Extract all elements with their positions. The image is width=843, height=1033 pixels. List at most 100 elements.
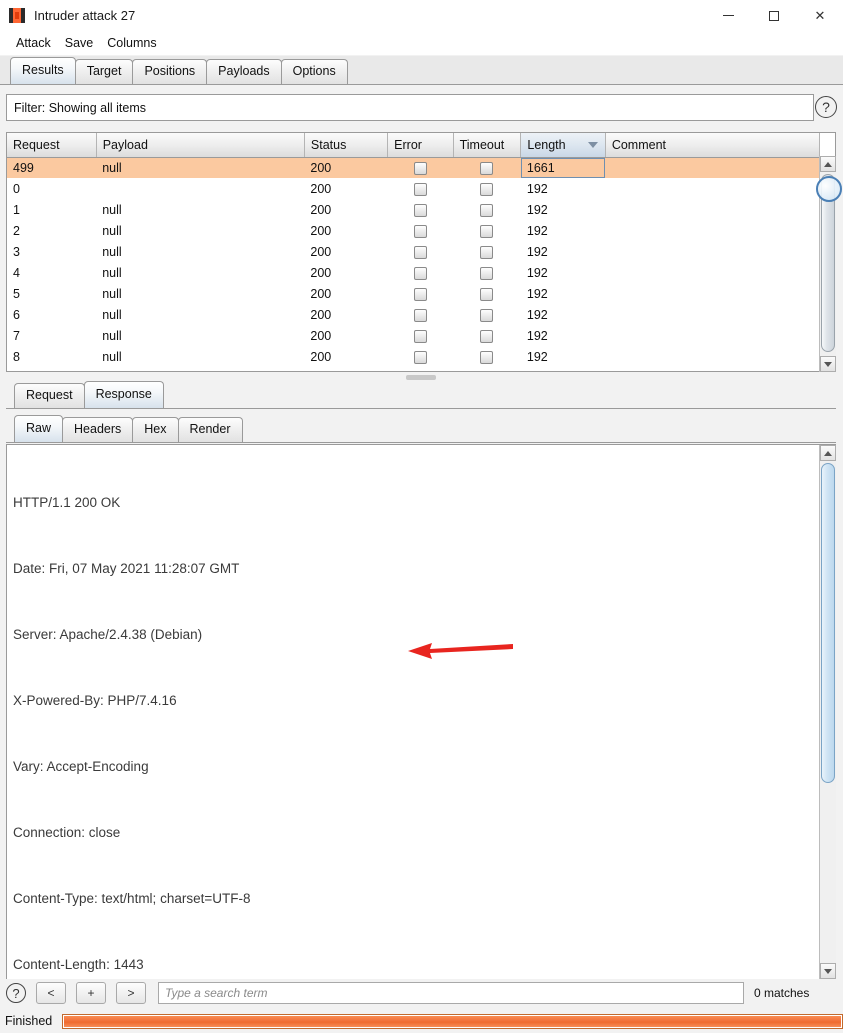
error-checkbox[interactable] — [413, 350, 427, 364]
table-row[interactable]: 1 null 200 192 — [7, 199, 820, 220]
error-checkbox[interactable] — [413, 161, 427, 175]
cell-error — [388, 325, 453, 346]
error-checkbox[interactable] — [413, 329, 427, 343]
tab-positions[interactable]: Positions — [132, 59, 208, 84]
timeout-checkbox[interactable] — [480, 329, 494, 343]
response-body-panel[interactable]: HTTP/1.1 200 OK Date: Fri, 07 May 2021 1… — [6, 444, 836, 980]
column-header-length[interactable]: Length — [520, 133, 606, 158]
column-header-payload[interactable]: Payload — [96, 133, 305, 158]
tab-headers[interactable]: Headers — [62, 417, 134, 442]
timeout-checkbox[interactable] — [480, 224, 494, 238]
cell-length: 192 — [526, 244, 548, 259]
table-row[interactable]: 8 null 200 192 — [7, 346, 820, 367]
filter-bar[interactable]: Filter: Showing all items — [6, 94, 814, 121]
cell-comment[interactable] — [605, 157, 820, 178]
cell-comment[interactable] — [605, 283, 819, 304]
search-input[interactable]: Type a search term — [158, 982, 744, 1004]
cell-comment[interactable] — [605, 220, 819, 241]
scroll-down-icon[interactable] — [820, 356, 836, 372]
cell-request: 8 — [13, 349, 20, 364]
tab-options[interactable]: Options — [280, 59, 348, 84]
column-header-timeout[interactable]: Timeout — [453, 133, 522, 158]
error-checkbox[interactable] — [413, 308, 427, 322]
response-raw-text: HTTP/1.1 200 OK Date: Fri, 07 May 2021 1… — [13, 448, 808, 979]
maximize-button[interactable] — [751, 0, 797, 31]
table-row[interactable]: 2 null 200 192 — [7, 220, 820, 241]
error-checkbox[interactable] — [413, 203, 427, 217]
tab-request[interactable]: Request — [14, 383, 85, 408]
column-header-comment[interactable]: Comment — [605, 133, 821, 158]
tab-payloads[interactable]: Payloads — [206, 59, 282, 84]
timeout-checkbox[interactable] — [480, 308, 494, 322]
filter-help-icon[interactable]: ? — [815, 96, 837, 118]
table-row[interactable]: 4 null 200 192 — [7, 262, 820, 283]
cell-timeout — [453, 325, 521, 346]
tab-render[interactable]: Render — [177, 417, 243, 442]
cell-comment[interactable] — [605, 325, 819, 346]
menu-item-attack[interactable]: Attack — [9, 34, 58, 52]
burp-logo-icon — [9, 7, 25, 23]
cell-comment[interactable] — [605, 346, 819, 367]
timeout-checkbox[interactable] — [480, 266, 494, 280]
scroll-up-icon[interactable] — [820, 156, 836, 172]
table-row[interactable]: 6 null 200 192 — [7, 304, 820, 325]
error-checkbox[interactable] — [413, 182, 427, 196]
search-add-button[interactable]: + — [76, 982, 106, 1004]
cell-comment[interactable] — [605, 178, 819, 199]
menu-item-columns[interactable]: Columns — [100, 34, 163, 52]
error-checkbox[interactable] — [413, 287, 427, 301]
cell-payload — [96, 178, 304, 199]
minimize-button[interactable] — [705, 0, 751, 31]
cell-error — [388, 283, 453, 304]
tab-hex[interactable]: Hex — [132, 417, 179, 442]
timeout-checkbox[interactable] — [480, 350, 494, 364]
cell-error — [388, 304, 453, 325]
cell-status: 200 — [310, 265, 332, 280]
splitter-grip[interactable] — [406, 375, 436, 380]
timeout-checkbox[interactable] — [480, 287, 494, 301]
table-row[interactable]: 3 null 200 192 — [7, 241, 820, 262]
tab-results[interactable]: Results — [10, 57, 76, 84]
timeout-checkbox[interactable] — [480, 161, 494, 175]
timeout-checkbox[interactable] — [480, 245, 494, 259]
error-checkbox[interactable] — [413, 224, 427, 238]
cell-timeout — [453, 220, 521, 241]
table-row[interactable]: 499 null 200 1661 — [7, 157, 820, 178]
column-header-status[interactable]: Status — [304, 133, 389, 158]
cell-comment[interactable] — [605, 262, 819, 283]
column-header-request[interactable]: Request — [7, 133, 97, 158]
table-row[interactable]: 5 null 200 192 — [7, 283, 820, 304]
scroll-up-icon[interactable] — [820, 445, 836, 461]
cell-request: 0 — [13, 181, 20, 196]
cell-length: 192 — [526, 307, 548, 322]
tab-target[interactable]: Target — [74, 59, 134, 84]
status-label: Finished — [5, 1014, 53, 1028]
menu-item-save[interactable]: Save — [58, 34, 101, 52]
close-icon[interactable]: ✕ — [797, 0, 843, 31]
response-header-line: Vary: Accept-Encoding — [13, 759, 149, 774]
cell-length: 192 — [526, 265, 548, 280]
error-checkbox[interactable] — [413, 266, 427, 280]
cell-comment[interactable] — [605, 199, 819, 220]
cell-status: 200 — [310, 223, 332, 238]
cell-status: 200 — [310, 328, 332, 343]
cell-request: 499 — [7, 157, 97, 178]
table-row[interactable]: 0 200 192 — [7, 178, 820, 199]
response-scroll-thumb[interactable] — [821, 463, 835, 783]
error-checkbox[interactable] — [413, 245, 427, 259]
filter-text: Filter: Showing all items — [14, 100, 146, 115]
search-next-button[interactable]: > — [116, 982, 146, 1004]
scroll-down-icon[interactable] — [820, 963, 836, 979]
search-prev-button[interactable]: < — [36, 982, 66, 1004]
column-header-error[interactable]: Error — [387, 133, 454, 158]
response-scrollbar[interactable] — [819, 445, 836, 979]
cell-comment[interactable] — [605, 304, 819, 325]
timeout-checkbox[interactable] — [480, 203, 494, 217]
table-row[interactable]: 7 null 200 192 — [7, 325, 820, 346]
cell-status: 200 — [310, 307, 332, 322]
cell-comment[interactable] — [605, 241, 819, 262]
tab-response[interactable]: Response — [83, 381, 164, 408]
tab-raw[interactable]: Raw — [14, 415, 64, 442]
timeout-checkbox[interactable] — [480, 182, 494, 196]
search-help-icon[interactable]: ? — [6, 983, 26, 1003]
